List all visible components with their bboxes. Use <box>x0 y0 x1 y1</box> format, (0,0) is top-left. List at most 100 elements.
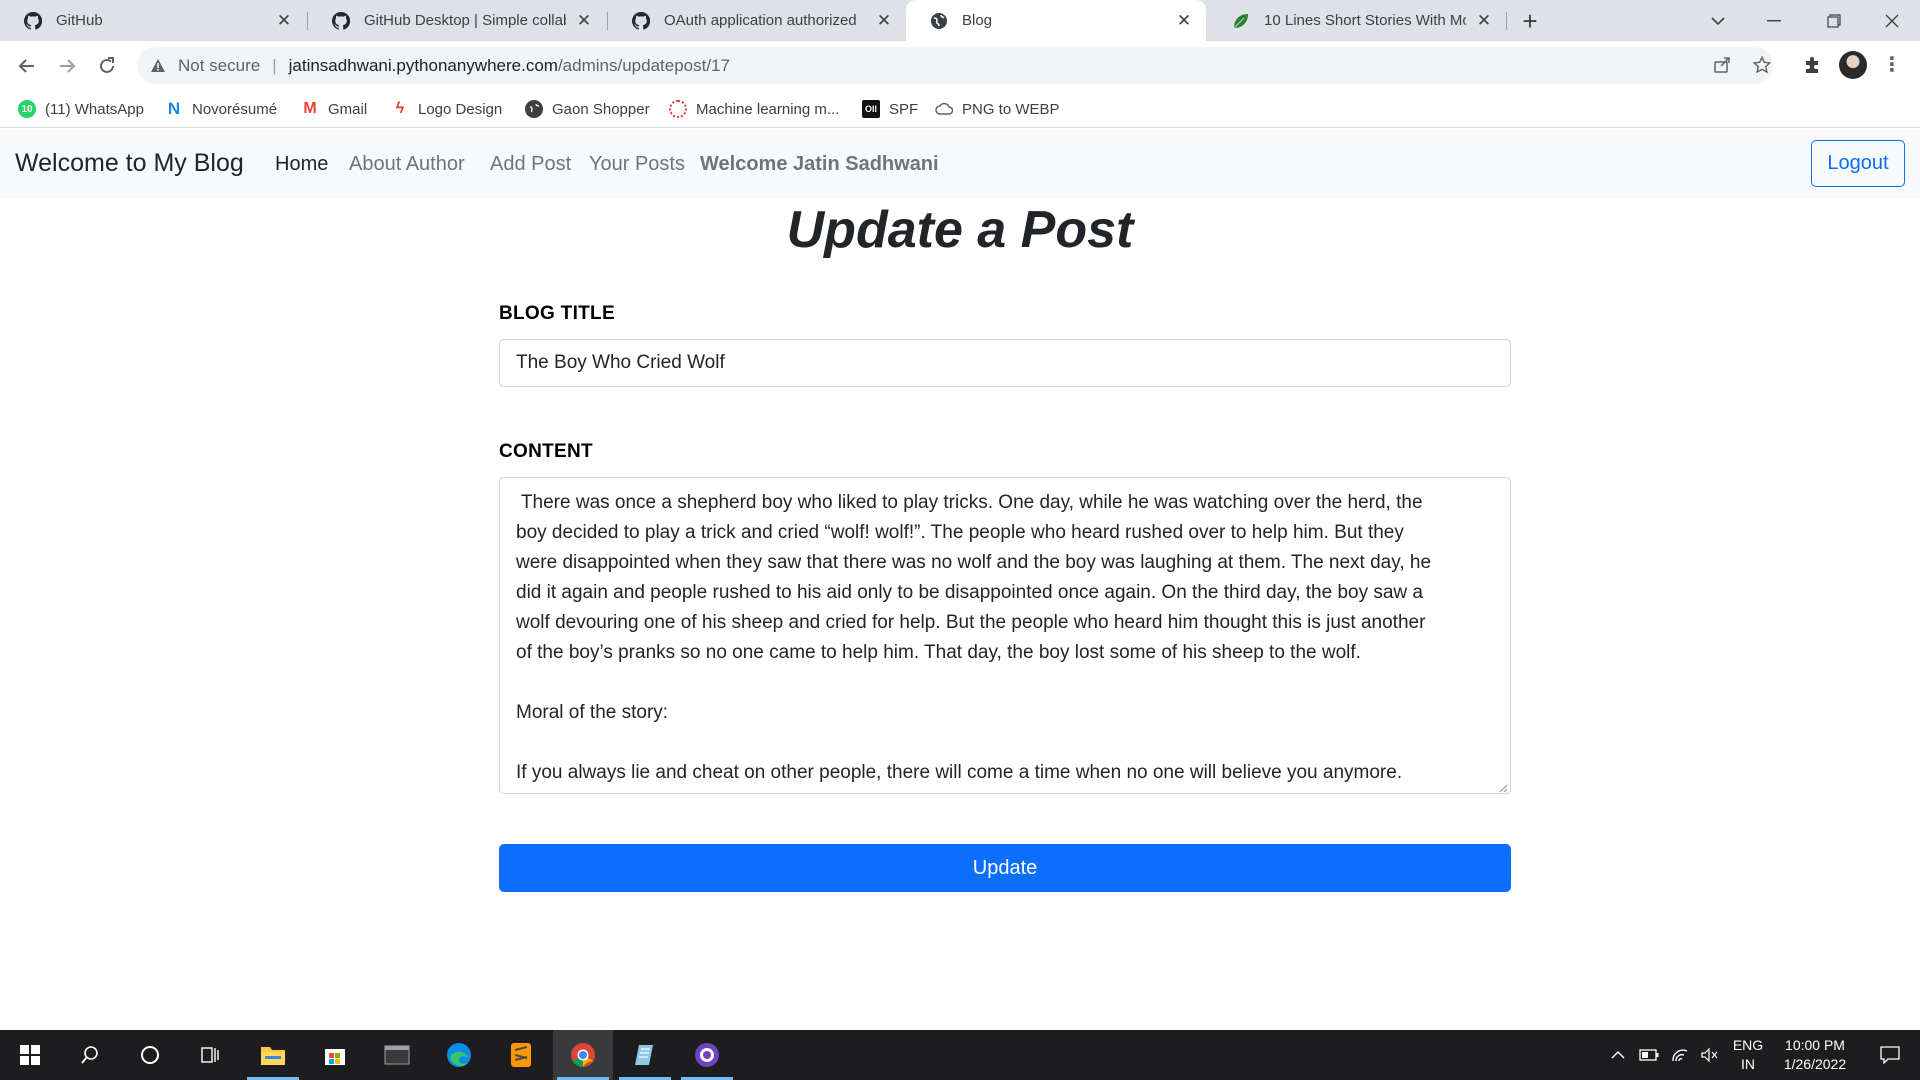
clock-time: 10:00 PM <box>1785 1037 1845 1053</box>
cortana-icon[interactable] <box>120 1030 180 1080</box>
nav-add-post[interactable]: Add Post <box>490 153 571 176</box>
clock-date: 1/26/2022 <box>1783 1056 1847 1072</box>
region-code: IN <box>1741 1056 1755 1072</box>
tab-github[interactable]: GitHub ✕ <box>0 0 306 41</box>
sublime-text-icon[interactable] <box>491 1030 551 1080</box>
close-tab-icon[interactable]: ✕ <box>274 11 294 31</box>
whatsapp-icon: 10 <box>18 100 36 118</box>
bookmark-label: SPF <box>889 100 919 118</box>
close-tab-icon[interactable]: ✕ <box>874 11 894 31</box>
bookmarks-bar: 10 (11) WhatsApp N Novorésumé M Gmail ϟ … <box>0 90 1920 128</box>
tab-title: GitHub <box>56 12 103 29</box>
globe-icon <box>525 100 543 118</box>
bookmark-spf[interactable]: Oll SPF <box>862 98 918 120</box>
windows-taskbar: ENG IN 10:00 PM 1/26/2022 <box>0 1030 1920 1080</box>
browser-menu-icon[interactable]: ⋮ <box>1880 51 1904 81</box>
notifications-icon[interactable] <box>1865 1030 1915 1080</box>
extensions-icon[interactable] <box>1797 50 1827 80</box>
novoresume-icon: N <box>167 99 181 118</box>
tab-blog[interactable]: Blog ✕ <box>906 0 1206 41</box>
blog-title-input[interactable] <box>499 339 1511 387</box>
bookmark-novoresume[interactable]: N Novorésumé <box>165 98 277 120</box>
logo-design-icon: ϟ <box>395 100 405 117</box>
reload-icon[interactable] <box>92 51 122 81</box>
search-icon[interactable] <box>60 1030 120 1080</box>
network-icon[interactable] <box>1666 1030 1694 1080</box>
language-indicator[interactable]: ENG IN <box>1728 1030 1768 1080</box>
bookmark-whatsapp[interactable]: 10 (11) WhatsApp <box>18 98 144 120</box>
system-clock[interactable]: 10:00 PM 1/26/2022 <box>1770 1030 1860 1080</box>
chrome-icon[interactable] <box>553 1030 613 1080</box>
content-textarea[interactable]: There was once a shepherd boy who liked … <box>499 477 1511 794</box>
bookmark-gmail[interactable]: M Gmail <box>301 98 367 120</box>
back-icon[interactable] <box>12 51 42 81</box>
bookmark-machine-learning[interactable]: Machine learning m... <box>669 98 839 120</box>
content-line: were disappointed when they saw that the… <box>516 552 1432 573</box>
tab-github-desktop[interactable]: GitHub Desktop | Simple collabor ✕ <box>308 0 606 41</box>
leaf-icon <box>1232 12 1250 30</box>
resize-handle-icon[interactable] <box>1498 780 1508 793</box>
bookmark-label: Logo Design <box>418 100 503 118</box>
update-button[interactable]: Update <box>499 844 1511 892</box>
github-icon <box>24 11 42 30</box>
tray-overflow-icon[interactable] <box>1605 1030 1631 1080</box>
close-tab-icon[interactable]: ✕ <box>1474 11 1494 31</box>
bookmark-label: (11) WhatsApp <box>45 100 144 118</box>
content-label: CONTENT <box>499 441 593 462</box>
ml-icon <box>669 100 687 118</box>
tab-oauth[interactable]: OAuth application authorized ✕ <box>608 0 906 41</box>
bookmark-star-icon[interactable] <box>1747 50 1777 80</box>
globe-icon <box>930 12 948 30</box>
nav-home[interactable]: Home <box>275 153 328 176</box>
github-desktop-icon[interactable] <box>677 1030 737 1080</box>
content-line: boy decided to play a trick and cried “w… <box>516 522 1404 543</box>
bookmark-png-to-webp[interactable]: PNG to WEBP <box>935 98 1060 120</box>
microsoft-store-icon[interactable] <box>305 1030 365 1080</box>
tab-search-icon[interactable] <box>1690 0 1746 41</box>
restore-icon[interactable] <box>1806 0 1862 41</box>
tab-title: Blog <box>962 12 993 29</box>
close-window-icon[interactable] <box>1864 0 1920 41</box>
content-line: There was once a shepherd boy who liked … <box>516 492 1423 513</box>
task-view-icon[interactable] <box>180 1030 240 1080</box>
forward-icon[interactable] <box>52 51 82 81</box>
tab-separator <box>1506 12 1507 30</box>
new-tab-button[interactable]: + <box>1516 8 1544 36</box>
url-path: /admins/updatepost/17 <box>557 55 730 75</box>
close-tab-icon[interactable]: ✕ <box>1174 11 1194 31</box>
gmail-icon: M <box>303 100 317 117</box>
warning-icon[interactable] <box>150 58 166 74</box>
bookmark-label: Gaon Shopper <box>552 100 650 118</box>
close-tab-icon[interactable]: ✕ <box>574 11 594 31</box>
bookmark-gaon-shopper[interactable]: Gaon Shopper <box>525 98 650 120</box>
volume-muted-icon[interactable] <box>1695 1030 1723 1080</box>
logout-button[interactable]: Logout <box>1811 140 1905 187</box>
share-icon[interactable] <box>1707 50 1737 80</box>
windows-start-icon[interactable] <box>0 1030 60 1080</box>
security-label[interactable]: Not secure <box>178 56 260 76</box>
address-bar[interactable]: Not secure | jatinsadhwani.pythonanywher… <box>137 47 1773 84</box>
bookmark-logo-design[interactable]: ϟ Logo Design <box>391 98 502 120</box>
content-line: did it again and people rushed to his ai… <box>516 582 1423 603</box>
nav-about-author[interactable]: About Author <box>349 153 465 176</box>
bookmark-label: Gmail <box>328 100 368 118</box>
nav-your-posts[interactable]: Your Posts <box>589 153 685 176</box>
content-line: of the boy’s pranks so no one came to he… <box>516 642 1361 663</box>
language-code: ENG <box>1732 1037 1764 1053</box>
minimize-icon[interactable] <box>1746 0 1802 41</box>
terminal-icon[interactable] <box>367 1030 427 1080</box>
file-explorer-icon[interactable] <box>243 1030 303 1080</box>
blog-title-label: BLOG TITLE <box>499 303 615 324</box>
address-divider: | <box>272 55 277 75</box>
bookmark-label: Machine learning m... <box>696 100 840 118</box>
notes-app-icon[interactable] <box>615 1030 675 1080</box>
profile-avatar[interactable] <box>1839 51 1867 79</box>
bookmark-label: PNG to WEBP <box>962 100 1060 118</box>
tab-short-stories[interactable]: 10 Lines Short Stories With Moral ✕ <box>1208 0 1506 41</box>
battery-icon[interactable] <box>1634 1030 1664 1080</box>
moral-text: If you always lie and cheat on other peo… <box>516 762 1403 783</box>
site-brand[interactable]: Welcome to My Blog <box>15 149 244 178</box>
edge-icon[interactable] <box>429 1030 489 1080</box>
